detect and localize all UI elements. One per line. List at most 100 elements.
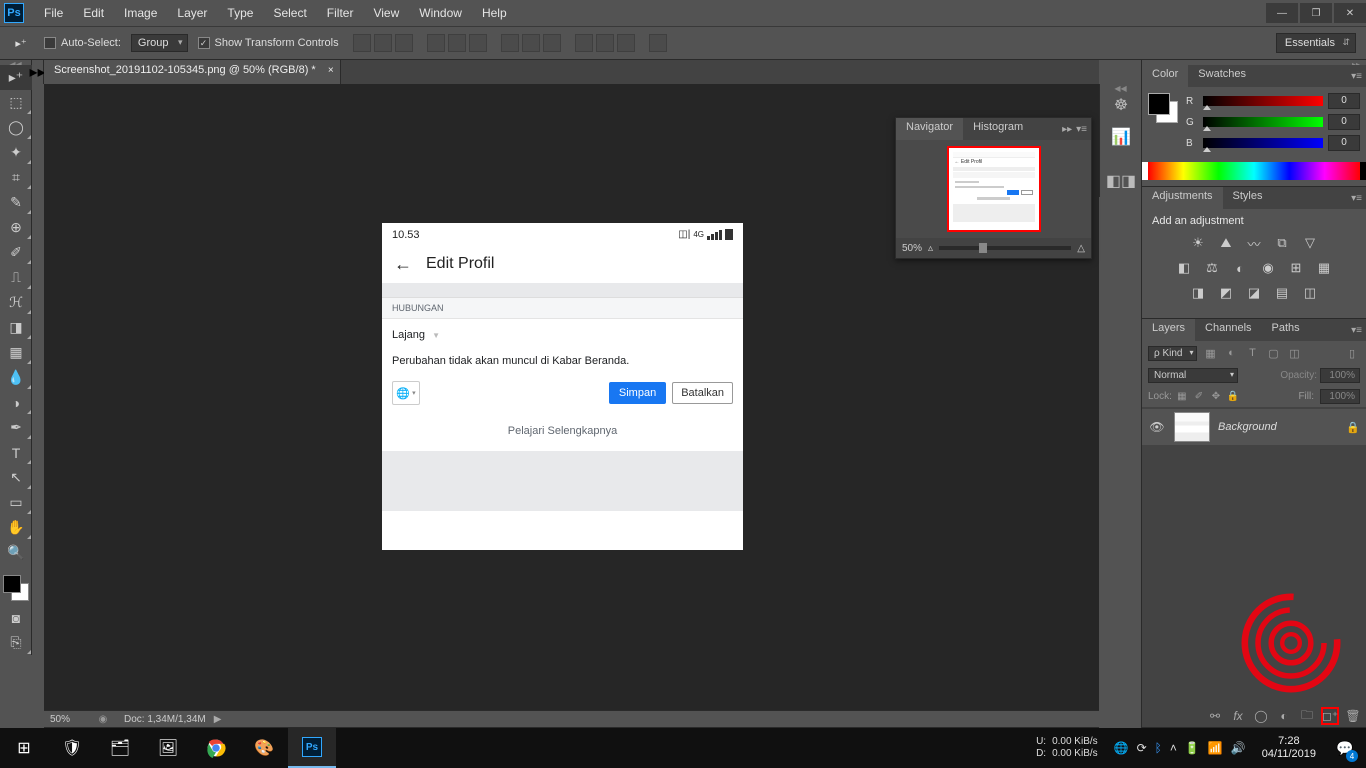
close-tab-icon[interactable]: × xyxy=(328,65,334,76)
hand-tool[interactable]: ✋ xyxy=(0,515,32,540)
navigator-preview[interactable]: ← Edit Profil xyxy=(896,140,1091,238)
close-button[interactable]: ✕ xyxy=(1334,3,1366,23)
dodge-tool[interactable]: ◑ xyxy=(0,390,32,415)
tab-color[interactable]: Color xyxy=(1142,65,1188,87)
auto-select-checkbox[interactable] xyxy=(44,37,56,49)
start-button[interactable]: ⊞ xyxy=(0,728,48,768)
distribute-icon[interactable] xyxy=(575,34,593,52)
distribute-icon[interactable] xyxy=(543,34,561,52)
doc-info-icon[interactable]: ◉ xyxy=(94,714,112,725)
filter-kind-dropdown[interactable]: ρ Kind xyxy=(1148,346,1197,361)
fill-value[interactable]: 100% xyxy=(1320,389,1360,404)
quickmask-toggle[interactable]: ◙ xyxy=(0,605,32,630)
layer-thumbnail[interactable] xyxy=(1174,412,1210,442)
screen-mode[interactable]: ⎘ xyxy=(0,630,32,655)
paint-icon[interactable]: 🎨 xyxy=(240,728,288,768)
defender-icon[interactable]: 🛡 xyxy=(48,728,96,768)
channel-mixer-icon[interactable]: ⊞ xyxy=(1285,258,1307,278)
tab-histogram[interactable]: Histogram xyxy=(963,118,1033,140)
blend-mode-dropdown[interactable]: Normal xyxy=(1148,368,1238,383)
blur-tool[interactable]: 💧 xyxy=(0,365,32,390)
chrome-icon[interactable] xyxy=(192,728,240,768)
tab-adjustments[interactable]: Adjustments xyxy=(1142,187,1223,209)
layer-name[interactable]: Background xyxy=(1218,421,1346,433)
curves-icon[interactable]: 〰 xyxy=(1243,233,1265,253)
spectrum-bar[interactable] xyxy=(1148,162,1360,180)
tray-volume-icon[interactable]: 🔊 xyxy=(1231,741,1246,755)
mask-icon[interactable]: ◯ xyxy=(1252,707,1270,725)
tray-sync-icon[interactable]: ⟳ xyxy=(1137,741,1147,755)
history-brush-tool[interactable]: ℋ xyxy=(0,290,32,315)
filter-toggle[interactable]: ▯ xyxy=(1344,345,1360,361)
healing-tool[interactable]: ⊕ xyxy=(0,215,32,240)
minimize-button[interactable]: — xyxy=(1266,3,1298,23)
menu-file[interactable]: File xyxy=(34,6,73,20)
lasso-tool[interactable]: ◯ xyxy=(0,115,32,140)
tab-swatches[interactable]: Swatches xyxy=(1188,65,1256,87)
navigator-panel[interactable]: Navigator Histogram ▸▸▾≡ ← Edit Profil 5… xyxy=(895,117,1092,259)
distribute-icon[interactable] xyxy=(617,34,635,52)
tray-globe-icon[interactable]: 🌐 xyxy=(1114,741,1129,755)
auto-align-icon[interactable] xyxy=(649,34,667,52)
filter-pixel-icon[interactable]: ▦ xyxy=(1202,345,1218,361)
foreground-color[interactable] xyxy=(1148,93,1170,115)
r-value[interactable]: 0 xyxy=(1328,93,1360,109)
posterize-icon[interactable]: ◩ xyxy=(1215,283,1237,303)
photos-icon[interactable]: 🖼 xyxy=(144,728,192,768)
hue-icon[interactable]: ◧ xyxy=(1173,258,1195,278)
menu-filter[interactable]: Filter xyxy=(317,6,364,20)
type-tool[interactable]: T xyxy=(0,440,32,465)
shape-tool[interactable]: ▭ xyxy=(0,490,32,515)
color-swatches[interactable] xyxy=(3,575,29,601)
menu-type[interactable]: Type xyxy=(217,6,263,20)
invert-icon[interactable]: ◨ xyxy=(1187,283,1209,303)
vibrance-icon[interactable]: ▽ xyxy=(1299,233,1321,253)
balance-icon[interactable]: ⚖ xyxy=(1201,258,1223,278)
threshold-icon[interactable]: ◪ xyxy=(1243,283,1265,303)
align-icon[interactable] xyxy=(469,34,487,52)
tray-battery-icon[interactable]: 🔋 xyxy=(1185,741,1200,755)
collapse-icon[interactable]: ▸▸ xyxy=(1062,124,1072,135)
g-value[interactable]: 0 xyxy=(1328,114,1360,130)
levels-icon[interactable]: ⛰ xyxy=(1215,233,1237,253)
document-tab[interactable]: Screenshot_20191102-105345.png @ 50% (RG… xyxy=(44,60,341,84)
doc-info-arrow-icon[interactable]: ▶ xyxy=(214,714,222,725)
align-icon[interactable] xyxy=(374,34,392,52)
visibility-icon[interactable]: 👁 xyxy=(1148,420,1166,434)
taskbar-clock[interactable]: 7:28 04/11/2019 xyxy=(1254,735,1324,761)
filter-smart-icon[interactable]: ◫ xyxy=(1286,345,1302,361)
brightness-icon[interactable]: ☀ xyxy=(1187,233,1209,253)
color-swatches[interactable] xyxy=(1148,93,1178,123)
gradient-tool[interactable]: ▦ xyxy=(0,340,32,365)
panel-menu-icon[interactable]: ▾≡ xyxy=(1076,124,1087,135)
align-icon[interactable] xyxy=(353,34,371,52)
adjustment-layer-icon[interactable]: ◐ xyxy=(1275,707,1293,725)
align-icon[interactable] xyxy=(427,34,445,52)
distribute-icon[interactable] xyxy=(501,34,519,52)
lock-transparency-icon[interactable]: ▦ xyxy=(1175,390,1189,404)
panel-menu-icon[interactable]: ▾≡ xyxy=(1351,193,1362,204)
zoom-tool[interactable]: 🔍 xyxy=(0,540,32,565)
tab-paths[interactable]: Paths xyxy=(1262,319,1310,341)
menu-select[interactable]: Select xyxy=(263,6,316,20)
zoom-out-icon[interactable]: ▵ xyxy=(928,243,933,254)
tab-channels[interactable]: Channels xyxy=(1195,319,1261,341)
lock-pixels-icon[interactable]: ✐ xyxy=(1192,390,1206,404)
workspace-switcher[interactable]: Essentials xyxy=(1276,33,1356,53)
delete-layer-icon[interactable]: 🗑 xyxy=(1344,707,1362,725)
auto-select-dropdown[interactable]: Group xyxy=(131,34,188,52)
layer-row[interactable]: 👁 Background 🔒 xyxy=(1142,409,1366,445)
collapsed-panel-toggle[interactable]: ▸▸ xyxy=(32,60,44,84)
maximize-button[interactable]: ❐ xyxy=(1300,3,1332,23)
menu-layer[interactable]: Layer xyxy=(167,6,217,20)
layer-lock-icon[interactable]: 🔒 xyxy=(1346,421,1360,434)
pen-tool[interactable]: ✒ xyxy=(0,415,32,440)
path-tool[interactable]: ↖ xyxy=(0,465,32,490)
stamp-tool[interactable]: ⎍ xyxy=(0,265,32,290)
tray-bluetooth-icon[interactable]: ᛒ xyxy=(1155,741,1162,755)
brush-tool[interactable]: ✐ xyxy=(0,240,32,265)
distribute-icon[interactable] xyxy=(596,34,614,52)
doc-zoom-value[interactable]: 50% xyxy=(50,714,94,725)
tray-chevron-icon[interactable]: ˄ xyxy=(1170,741,1177,755)
selective-color-icon[interactable]: ◫ xyxy=(1299,283,1321,303)
